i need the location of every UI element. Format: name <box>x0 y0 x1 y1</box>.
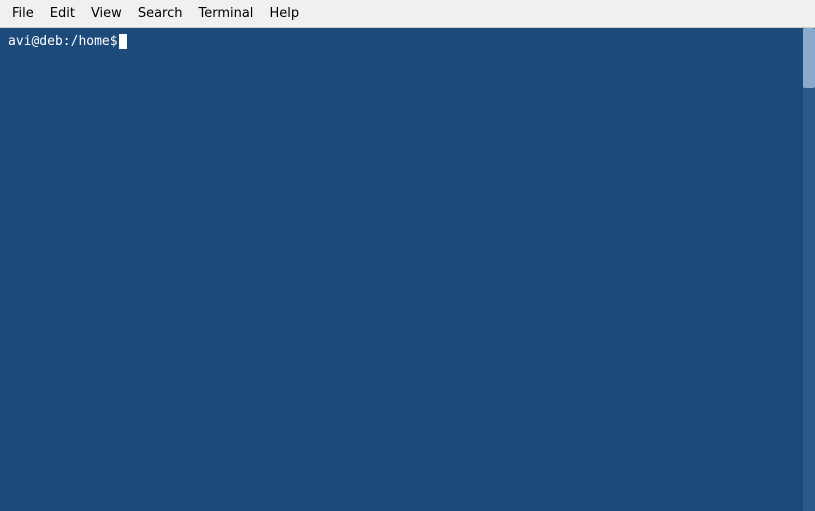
terminal-cursor <box>119 34 127 49</box>
menu-edit[interactable]: Edit <box>42 3 83 24</box>
terminal-window: File Edit View Search Terminal Help avi@… <box>0 0 815 511</box>
scrollbar-track[interactable] <box>803 28 815 511</box>
menubar: File Edit View Search Terminal Help <box>0 0 815 28</box>
menu-file[interactable]: File <box>4 3 42 24</box>
menu-search[interactable]: Search <box>130 3 191 24</box>
menu-view[interactable]: View <box>83 3 130 24</box>
terminal-body[interactable]: avi@deb:/home$ <box>0 28 815 511</box>
menu-terminal[interactable]: Terminal <box>190 3 261 24</box>
prompt-line: avi@deb:/home$ <box>8 34 807 49</box>
menu-help[interactable]: Help <box>261 3 307 24</box>
prompt-text: avi@deb:/home$ <box>8 34 118 49</box>
scrollbar-thumb[interactable] <box>803 28 815 88</box>
